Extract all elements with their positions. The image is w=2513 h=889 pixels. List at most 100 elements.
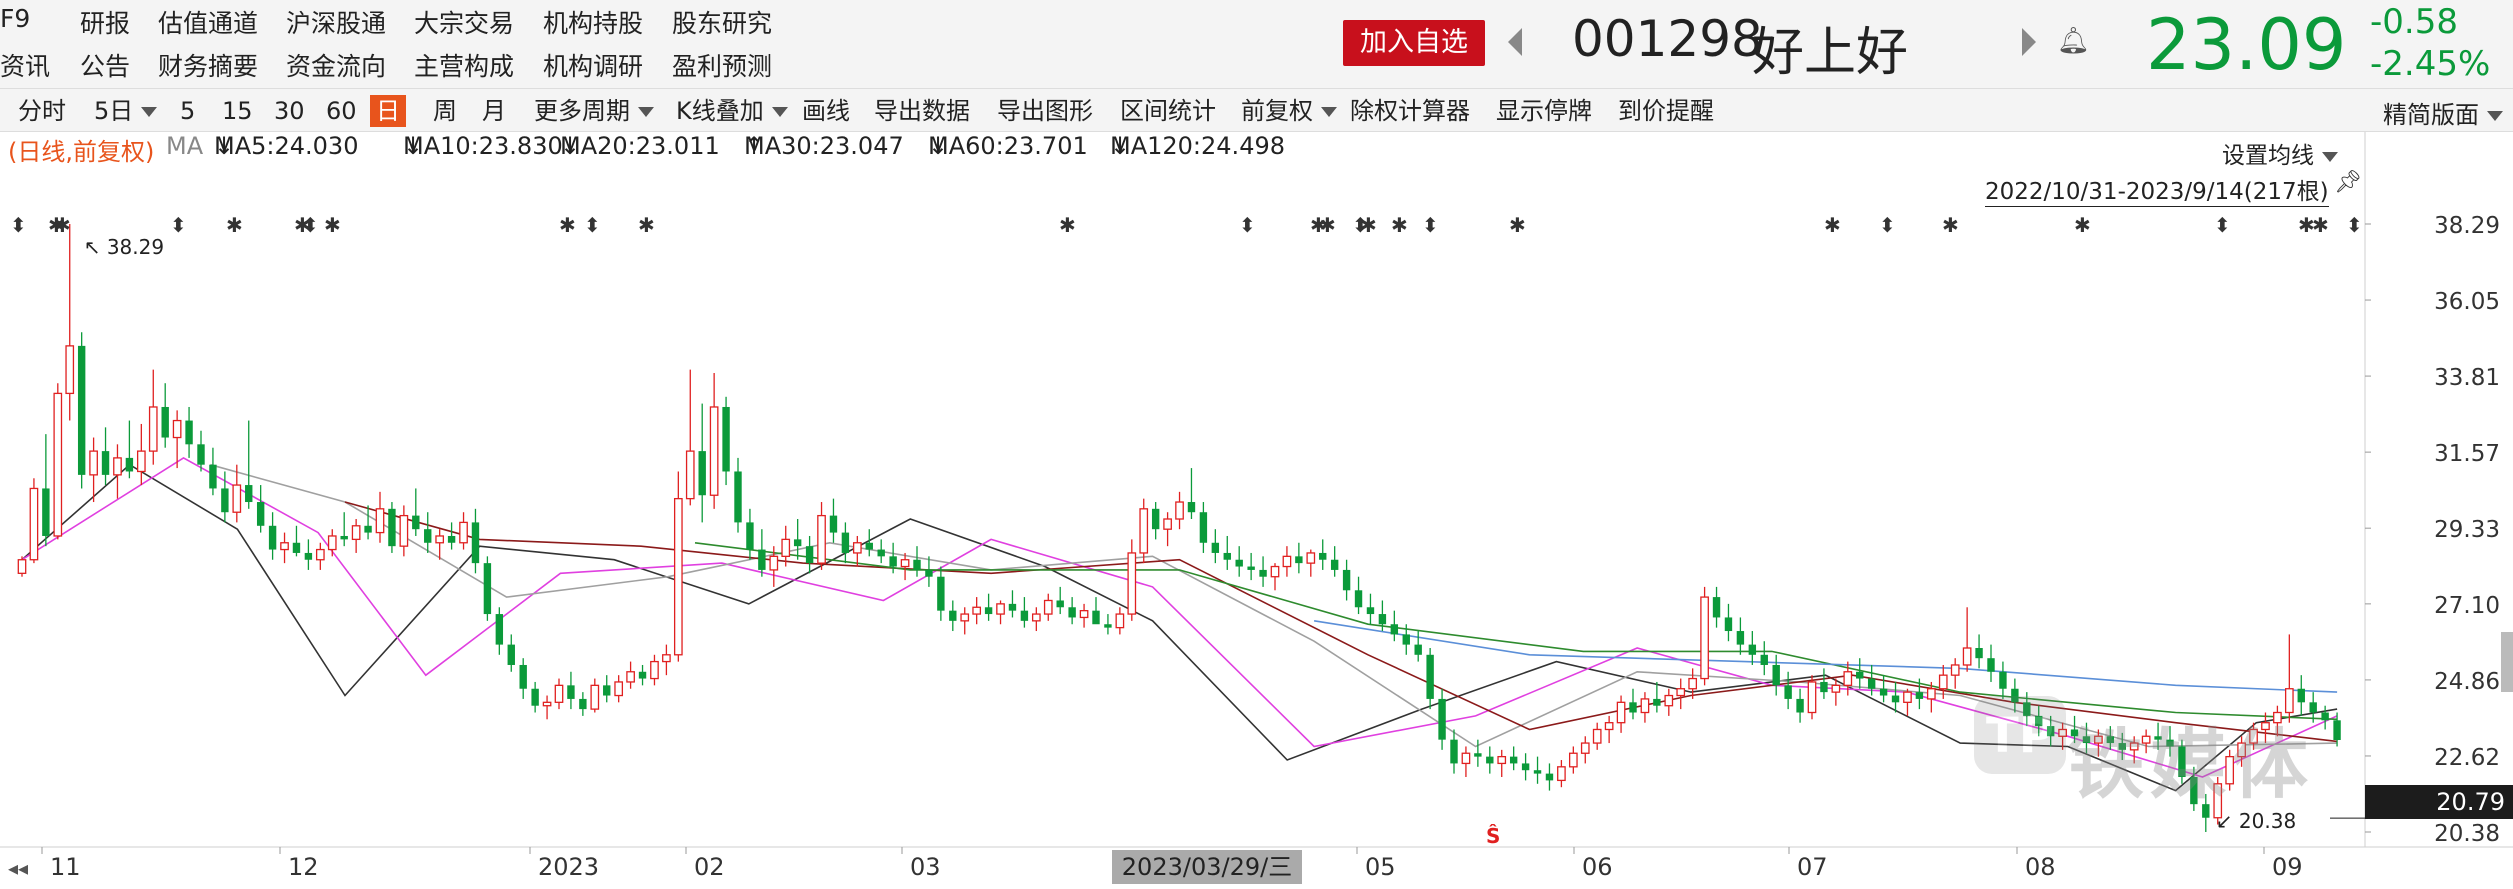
candle-body bbox=[1962, 647, 1972, 666]
y-tick-label: 20.38 bbox=[2434, 821, 2500, 847]
event-marker-icon[interactable]: ⬍ bbox=[2214, 213, 2231, 237]
tab-more-periods[interactable]: 更多周期 bbox=[534, 95, 654, 127]
candle-body bbox=[412, 515, 420, 530]
legend-ma-label[interactable]: MA bbox=[166, 132, 203, 160]
candle-body bbox=[17, 559, 27, 574]
candle-body bbox=[315, 548, 325, 561]
event-marker-icon[interactable]: ⬍ bbox=[1879, 213, 1896, 237]
legend-ma120-arrow: ↓ bbox=[1110, 132, 1131, 160]
nav-fund-flow[interactable]: 资金流向 bbox=[286, 47, 386, 83]
candle-body bbox=[185, 420, 193, 445]
candle-body bbox=[1724, 617, 1733, 632]
price-alert-button[interactable]: 到价提醒 bbox=[1618, 95, 1714, 127]
nav-news[interactable]: 资讯 bbox=[0, 47, 50, 83]
kline-overlay-menu[interactable]: K线叠加 bbox=[676, 95, 788, 127]
bell-icon[interactable]: 🔔︎ bbox=[2057, 26, 2090, 56]
event-marker-icon[interactable]: ✱ bbox=[1059, 213, 1076, 237]
event-marker-icon[interactable]: ✱ bbox=[1942, 213, 1959, 237]
tab-5min[interactable]: 5 bbox=[180, 95, 195, 127]
event-marker-icon[interactable]: ⬍ bbox=[2346, 213, 2363, 237]
candle-body bbox=[77, 345, 86, 475]
event-marker-icon[interactable]: ⬍ bbox=[10, 213, 27, 237]
set-ma-menu[interactable]: 设置均线 bbox=[2222, 136, 2338, 170]
export-data-button[interactable]: 导出数据 bbox=[874, 95, 970, 127]
candle-body bbox=[900, 559, 910, 568]
forward-adjust-menu[interactable]: 前复权 bbox=[1241, 95, 1337, 127]
nav-institutional-holdings[interactable]: 机构持股 bbox=[543, 4, 643, 40]
event-marker-icon[interactable]: ⬍ bbox=[1239, 213, 1256, 237]
candle-body bbox=[136, 450, 146, 473]
draw-line-button[interactable]: 画线 bbox=[802, 95, 850, 127]
event-marker-icon[interactable]: ✱ bbox=[54, 213, 71, 237]
tab-monthly[interactable]: 月 bbox=[482, 95, 506, 127]
candle-body bbox=[1104, 624, 1112, 628]
export-image-button[interactable]: 导出图形 bbox=[997, 95, 1093, 127]
tab-15min[interactable]: 15 bbox=[222, 95, 253, 127]
add-to-watchlist-button[interactable]: 加入自选 bbox=[1343, 20, 1485, 66]
tab-60min[interactable]: 60 bbox=[326, 95, 357, 127]
scroll-left-icon[interactable]: ◂◂ bbox=[8, 856, 28, 880]
candle-body bbox=[960, 613, 970, 622]
tab-daily[interactable]: 日 bbox=[370, 95, 406, 127]
ex-rights-calculator-button[interactable]: 除权计算器 bbox=[1350, 95, 1470, 127]
candle-body bbox=[1736, 631, 1745, 645]
event-marker-icon[interactable]: ✱ bbox=[1391, 213, 1408, 237]
event-marker-icon[interactable]: ✱ bbox=[226, 213, 243, 237]
date-range-label[interactable]: 2022/10/31-2023/9/14(217根) bbox=[1985, 172, 2329, 207]
event-marker-icon[interactable]: ✱ bbox=[2312, 213, 2329, 237]
nav-research-reports[interactable]: 研报 bbox=[80, 4, 130, 40]
event-marker-icon[interactable]: ⬍ bbox=[170, 213, 187, 237]
candle-body bbox=[1831, 684, 1841, 693]
event-marker-icon[interactable]: ✱ bbox=[1509, 213, 1526, 237]
nav-financial-summary[interactable]: 财务摘要 bbox=[158, 47, 258, 83]
event-marker-icon[interactable]: ✱ bbox=[2074, 213, 2091, 237]
candle-body bbox=[197, 444, 205, 465]
tab-weekly[interactable]: 周 bbox=[433, 95, 457, 127]
candle-body bbox=[471, 522, 480, 564]
nav-institutional-research[interactable]: 机构调研 bbox=[543, 47, 643, 83]
compact-layout-menu[interactable]: 精简版面 bbox=[2383, 95, 2503, 130]
pin-icon[interactable]: 📌︎ bbox=[2334, 170, 2362, 195]
candle-body bbox=[1820, 681, 1828, 693]
next-stock-icon[interactable] bbox=[2022, 28, 2036, 56]
event-marker-icon[interactable]: ✱ bbox=[1319, 213, 1336, 237]
event-marker-icon[interactable]: ✱ bbox=[559, 213, 576, 237]
event-marker-icon[interactable]: ✱ bbox=[1360, 213, 1377, 237]
candle-body bbox=[125, 457, 134, 472]
nav-earnings-forecast[interactable]: 盈利预测 bbox=[672, 47, 772, 83]
candle-body bbox=[1640, 698, 1650, 714]
nav-valuation-channel[interactable]: 估值通道 bbox=[158, 4, 258, 40]
tab-intraday[interactable]: 分时 bbox=[18, 95, 66, 127]
event-marker-icon[interactable]: ⬍ bbox=[1422, 213, 1439, 237]
nav-stock-connect[interactable]: 沪深股通 bbox=[286, 4, 386, 40]
nav-business-composition[interactable]: 主营构成 bbox=[414, 47, 514, 83]
nav-f9[interactable]: F9 bbox=[0, 4, 30, 33]
scrollbar-handle[interactable] bbox=[2501, 632, 2513, 692]
candle-body bbox=[662, 654, 671, 663]
candle-body bbox=[507, 644, 515, 665]
tab-5day[interactable]: 5日 bbox=[94, 95, 158, 127]
candle-body bbox=[495, 614, 504, 645]
kline-chart[interactable]: 38.29 36.05 33.81 31.57 29.33 27.10 24.86 22.62… bbox=[0, 132, 2513, 889]
tab-30min[interactable]: 30 bbox=[274, 95, 305, 127]
candle-body bbox=[793, 539, 802, 547]
nav-block-trade[interactable]: 大宗交易 bbox=[414, 4, 514, 40]
previous-stock-icon[interactable] bbox=[1508, 28, 1522, 56]
split-marker-icon[interactable]: Ŝ bbox=[1486, 824, 1500, 848]
candle-body bbox=[1653, 698, 1661, 706]
candle-body bbox=[1366, 607, 1375, 615]
nav-announcements[interactable]: 公告 bbox=[80, 47, 130, 83]
range-stats-button[interactable]: 区间统计 bbox=[1120, 95, 1216, 127]
event-marker-icon[interactable]: ⬍ bbox=[302, 213, 319, 237]
y-tick-label: 38.29 bbox=[2434, 213, 2500, 239]
event-marker-icon[interactable]: ⬍ bbox=[584, 213, 601, 237]
show-suspension-button[interactable]: 显示停牌 bbox=[1496, 95, 1592, 127]
event-marker-icon[interactable]: ✱ bbox=[324, 213, 341, 237]
nav-shareholder-research[interactable]: 股东研究 bbox=[672, 4, 772, 40]
event-marker-icon[interactable]: ✱ bbox=[1824, 213, 1841, 237]
candle-body bbox=[340, 535, 348, 540]
event-marker-icon[interactable]: ✱ bbox=[638, 213, 655, 237]
candle-body bbox=[447, 535, 456, 543]
watermark-text: 铁媒体 bbox=[2068, 720, 2314, 809]
candle-body bbox=[1700, 596, 1709, 680]
